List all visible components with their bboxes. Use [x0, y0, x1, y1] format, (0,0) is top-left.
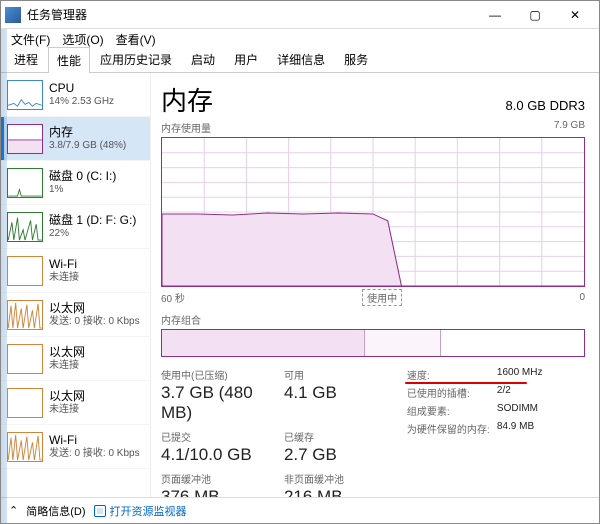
wifi-thumb-icon: [7, 432, 43, 462]
memory-thumb-icon: [7, 124, 43, 154]
memory-usage-chart: [161, 137, 585, 287]
sidebar-item-sub: 未连接: [49, 360, 85, 372]
memory-composition-chart: [161, 329, 585, 357]
maximize-button[interactable]: ▢: [515, 1, 555, 29]
sidebar-item-sub: 未连接: [49, 272, 79, 284]
memory-capacity: 8.0 GB DDR3: [506, 98, 585, 113]
stat-key-slots: 已使用的插槽:: [407, 385, 497, 400]
sidebar-item-sub: 1%: [49, 184, 116, 196]
sidebar-item-wifi-0[interactable]: Wi-Fi未连接: [1, 249, 150, 293]
sidebar-item-disk-1[interactable]: 磁盘 1 (D: F: G:)22%: [1, 205, 150, 249]
stat-label: 已缓存: [284, 429, 407, 444]
stat-key-speed: 速度:: [407, 367, 497, 382]
chart-inuse-badge: 使用中: [362, 289, 402, 306]
stat-value-form: SODIMM: [497, 403, 538, 418]
ethernet-thumb-icon: [7, 300, 43, 330]
stat-value: 376 MB: [161, 487, 284, 497]
stats-grid: 使用中(已压缩)3.7 GB (480 MB) 可用4.1 GB 已提交4.1/…: [161, 367, 585, 497]
sidebar-item-label: 磁盘 1 (D: F: G:): [49, 213, 136, 227]
tab-performance[interactable]: 性能: [48, 47, 90, 73]
tab-startup[interactable]: 启动: [182, 46, 224, 72]
brief-info-button[interactable]: 简略信息(D): [26, 503, 85, 519]
sidebar-item-sub: 22%: [49, 228, 136, 240]
tab-processes[interactable]: 进程: [5, 46, 47, 72]
stat-label: 已提交: [161, 429, 284, 444]
disk-thumb-icon: [7, 212, 43, 242]
chevron-up-icon[interactable]: ⌃: [9, 504, 18, 517]
chart-label-top-left: 内存使用量: [161, 120, 211, 135]
content-area: CPU14% 2.53 GHz 内存3.8/7.9 GB (48%) 磁盘 0 …: [1, 73, 599, 497]
tab-bar: 进程 性能 应用历史记录 启动 用户 详细信息 服务: [1, 49, 599, 73]
stat-value-slots: 2/2: [497, 385, 511, 400]
tab-details[interactable]: 详细信息: [268, 46, 334, 72]
app-icon: [5, 7, 21, 23]
chart-label-top-right: 7.9 GB: [554, 120, 585, 135]
sidebar-item-label: 以太网: [49, 345, 85, 359]
stat-label: 非页面缓冲池: [284, 471, 407, 486]
monitor-icon: [94, 505, 106, 517]
sidebar-item-ethernet-1[interactable]: 以太网未连接: [1, 337, 150, 381]
chart-axis-right: 0: [579, 292, 585, 303]
sidebar-item-ethernet-2[interactable]: 以太网未连接: [1, 381, 150, 425]
sidebar-item-label: 以太网: [49, 389, 85, 403]
open-resource-monitor-link[interactable]: 打开资源监视器: [94, 503, 187, 519]
window-title: 任务管理器: [27, 6, 87, 23]
stat-value-reserved: 84.9 MB: [497, 421, 534, 436]
tab-app-history[interactable]: 应用历史记录: [91, 46, 181, 72]
sidebar-item-label: 以太网: [49, 301, 140, 315]
sidebar-item-label: Wi-Fi: [49, 257, 79, 271]
stat-label: 可用: [284, 367, 407, 382]
sidebar-item-sub: 发送: 0 接收: 0 Kbps: [49, 316, 140, 328]
sidebar: CPU14% 2.53 GHz 内存3.8/7.9 GB (48%) 磁盘 0 …: [1, 73, 151, 497]
ethernet-thumb-icon: [7, 388, 43, 418]
stat-value: 3.7 GB (480 MB): [161, 383, 284, 423]
stat-label: 使用中(已压缩): [161, 367, 284, 382]
stat-value: 2.7 GB: [284, 445, 407, 465]
close-button[interactable]: ✕: [555, 1, 595, 29]
sidebar-item-label: CPU: [49, 81, 114, 95]
stat-label: 页面缓冲池: [161, 471, 284, 486]
stat-value-speed: 1600 MHz: [497, 367, 543, 382]
minimize-button[interactable]: —: [475, 1, 515, 29]
sidebar-item-sub: 3.8/7.9 GB (48%): [49, 140, 126, 152]
stat-value: 216 MB: [284, 487, 407, 497]
stat-value: 4.1/10.0 GB: [161, 445, 284, 465]
combo-chart-label: 内存组合: [161, 312, 585, 327]
sidebar-item-label: Wi-Fi: [49, 433, 140, 447]
footer: ⌃ 简略信息(D) 打开资源监视器: [1, 497, 599, 523]
sidebar-item-sub: 发送: 0 接收: 0 Kbps: [49, 448, 140, 460]
sidebar-item-label: 磁盘 0 (C: I:): [49, 169, 116, 183]
stat-key-form: 组成要素:: [407, 403, 497, 418]
sidebar-item-wifi-1[interactable]: Wi-Fi发送: 0 接收: 0 Kbps: [1, 425, 150, 469]
ethernet-thumb-icon: [7, 344, 43, 374]
sidebar-item-cpu[interactable]: CPU14% 2.53 GHz: [1, 73, 150, 117]
sidebar-item-sub: 未连接: [49, 404, 85, 416]
main-panel: 内存 8.0 GB DDR3 内存使用量 7.9 GB: [151, 73, 599, 497]
page-title: 内存: [161, 81, 213, 118]
wifi-thumb-icon: [7, 256, 43, 286]
tab-services[interactable]: 服务: [335, 46, 377, 72]
sidebar-item-memory[interactable]: 内存3.8/7.9 GB (48%): [1, 117, 150, 161]
cpu-thumb-icon: [7, 80, 43, 110]
sidebar-item-sub: 14% 2.53 GHz: [49, 96, 114, 108]
sidebar-item-label: 内存: [49, 125, 126, 139]
stat-key-reserved: 为硬件保留的内存:: [407, 421, 497, 436]
sidebar-item-disk-0[interactable]: 磁盘 0 (C: I:)1%: [1, 161, 150, 205]
tab-users[interactable]: 用户: [225, 46, 267, 72]
chart-axis-left: 60 秒: [161, 290, 185, 305]
titlebar: 任务管理器 — ▢ ✕: [1, 1, 599, 29]
stat-value: 4.1 GB: [284, 383, 407, 403]
sidebar-item-ethernet-0[interactable]: 以太网发送: 0 接收: 0 Kbps: [1, 293, 150, 337]
link-label: 打开资源监视器: [110, 503, 187, 519]
disk-thumb-icon: [7, 168, 43, 198]
